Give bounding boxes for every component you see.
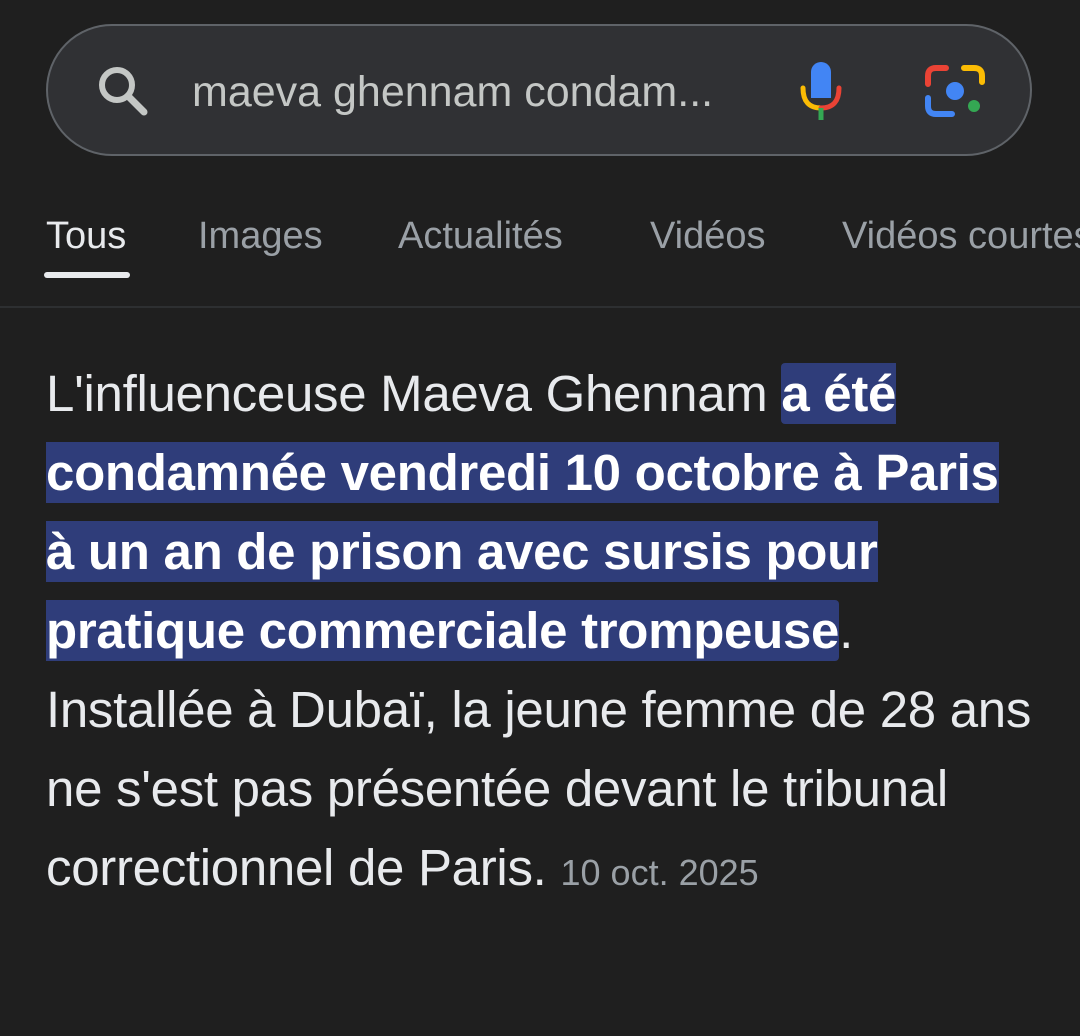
tab-images[interactable]: Images [198, 208, 323, 264]
active-tab-indicator [44, 272, 130, 278]
google-lens-icon[interactable] [924, 62, 986, 120]
mic-icon[interactable] [796, 58, 846, 124]
snippet-lead-text: L'influenceuse Maeva Ghennam [46, 365, 782, 422]
search-input[interactable]: maeva ghennam condam... [192, 62, 752, 122]
snippet-date: 10 oct. 2025 [560, 852, 759, 893]
search-tabs: Tous Images Actualités Vidéos Vidéos cou… [0, 196, 1080, 308]
search-icon[interactable] [96, 64, 150, 118]
featured-snippet: L'influenceuse Maeva Ghennam a été conda… [46, 354, 1036, 912]
tab-tous[interactable]: Tous [46, 208, 126, 264]
tab-videos-courtes[interactable]: Vidéos courtes [842, 208, 1080, 264]
tab-videos[interactable]: Vidéos [650, 208, 766, 264]
tab-actualites[interactable]: Actualités [398, 208, 563, 264]
